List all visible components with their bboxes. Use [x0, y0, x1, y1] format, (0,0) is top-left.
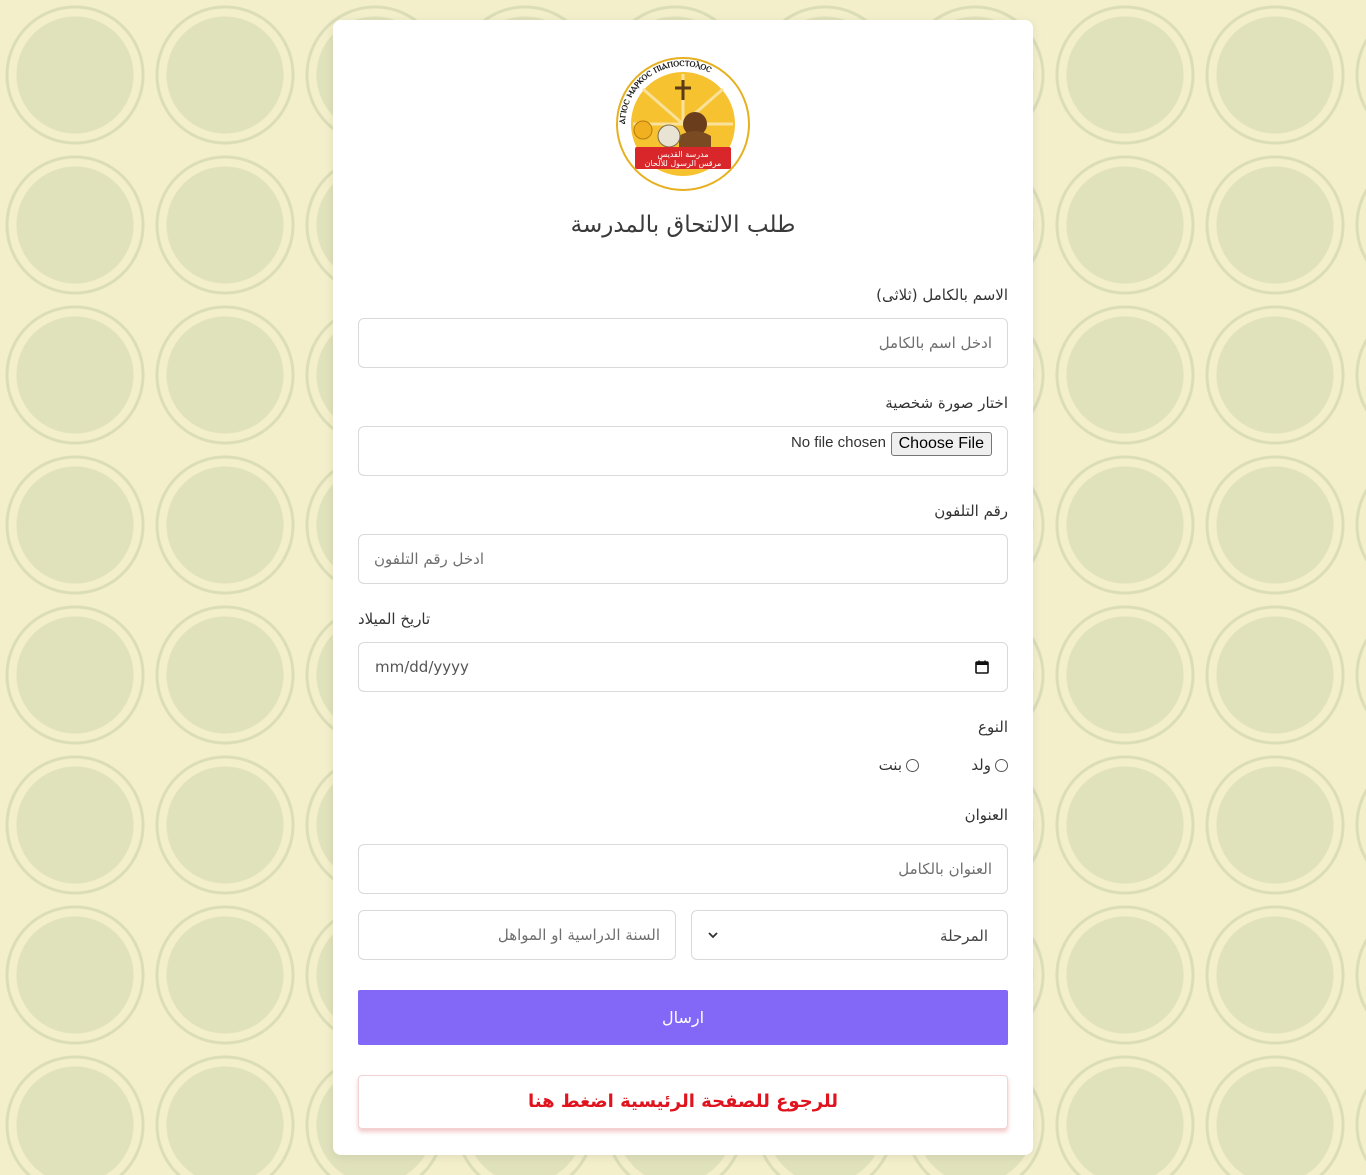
phone-input[interactable] — [358, 534, 1008, 584]
study-year-input[interactable] — [358, 910, 676, 960]
gender-option-boy[interactable]: ولد — [971, 756, 1008, 774]
birthdate-placeholder: mm/dd/yyyy — [375, 658, 469, 676]
girl-radio[interactable] — [906, 758, 919, 772]
back-home-button[interactable]: للرجوع للصفحة الرئيسية اضغط هنا — [358, 1075, 1008, 1129]
file-status: No file chosen — [790, 434, 886, 451]
gender-label: النوع — [978, 718, 1008, 736]
submit-button[interactable]: ارسال — [358, 990, 1008, 1045]
page-title: طلب الالتحاق بالمدرسة — [570, 212, 796, 238]
boy-radio[interactable] — [995, 758, 1008, 772]
phone-label: رقم التلفون — [934, 502, 1008, 520]
logo-image: مدرسة القديس مرقس الرسول للألحان ⲀⲄⲒⲞⲤ Ⲙ… — [615, 56, 751, 192]
school-logo: مدرسة القديس مرقس الرسول للألحان ⲀⲄⲒⲞⲤ Ⲙ… — [613, 54, 753, 194]
svg-text:مدرسة القديس: مدرسة القديس — [657, 150, 708, 159]
full-name-label: الاسم بالكامل (ثلاثى) — [876, 286, 1008, 304]
stage-select[interactable]: المرحلة — [691, 910, 1008, 960]
girl-radio-label: بنت — [878, 756, 902, 774]
choose-file-button[interactable]: Choose File — [890, 432, 992, 456]
full-name-input[interactable] — [358, 318, 1008, 368]
address-label: العنوان — [964, 806, 1008, 824]
registration-card: مدرسة القديس مرقس الرسول للألحان ⲀⲄⲒⲞⲤ Ⲙ… — [333, 20, 1033, 1155]
birthdate-label: تاريخ الميلاد — [358, 610, 431, 628]
photo-file-input[interactable]: Choose File No file chosen — [358, 426, 1008, 476]
stage-selected-value: المرحلة — [940, 927, 988, 945]
svg-text:مرقس الرسول للألحان: مرقس الرسول للألحان — [645, 158, 722, 168]
calendar-icon[interactable] — [975, 660, 989, 674]
address-input[interactable] — [358, 844, 1008, 894]
boy-radio-label: ولد — [971, 756, 991, 774]
chevron-down-icon — [708, 932, 718, 939]
gender-option-girl[interactable]: بنت — [879, 756, 919, 774]
birthdate-input[interactable]: mm/dd/yyyy — [358, 642, 1008, 692]
photo-label: اختار صورة شخصية — [885, 394, 1008, 412]
